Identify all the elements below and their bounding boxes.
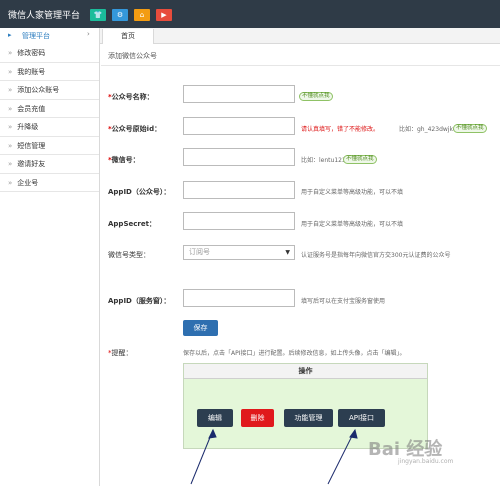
arrow-icon [327, 428, 358, 485]
arrow-icon [190, 428, 217, 485]
annotation-arrows [190, 428, 358, 485]
watermark-url: jingyan.baidu.com [398, 458, 454, 465]
